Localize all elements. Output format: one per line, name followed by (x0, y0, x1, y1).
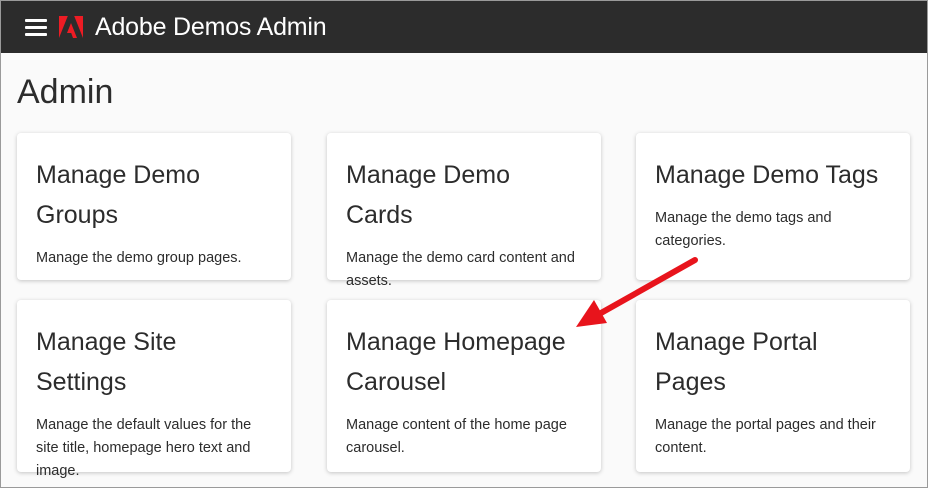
card-title[interactable]: Manage Portal Pages (655, 322, 892, 402)
card-title[interactable]: Manage Demo Groups (36, 155, 273, 235)
page-title: Admin (17, 73, 114, 111)
card-title[interactable]: Manage Demo Tags (655, 155, 892, 195)
card-description: Manage the default values for the site t… (36, 417, 252, 479)
card-manage-demo-tags[interactable]: Manage Demo Tags Manage the demo tags an… (636, 133, 910, 280)
card-manage-portal-pages[interactable]: Manage Portal Pages Manage the portal pa… (636, 300, 910, 472)
adobe-logo-icon (59, 16, 83, 38)
card-description: Manage the demo tags and categories. (655, 210, 832, 249)
card-manage-homepage-carousel[interactable]: Manage Homepage Carousel Manage content … (327, 300, 601, 472)
card-title[interactable]: Manage Homepage Carousel (346, 322, 583, 402)
card-description: Manage the demo card content and assets. (346, 250, 575, 289)
card-description: Manage the portal pages and their conten… (655, 417, 876, 456)
card-manage-demo-cards[interactable]: Manage Demo Cards Manage the demo card c… (327, 133, 601, 289)
hamburger-menu-icon[interactable] (25, 18, 47, 36)
card-description: Manage the demo group pages. (36, 250, 242, 266)
app-window: Adobe Demos Admin Admin Manage Demo Grou… (0, 0, 928, 488)
card-manage-site-settings[interactable]: Manage Site Settings Manage the default … (17, 300, 291, 479)
card-manage-demo-groups[interactable]: Manage Demo Groups Manage the demo group… (17, 133, 291, 280)
top-navigation-bar: Adobe Demos Admin (1, 1, 927, 53)
card-description: Manage content of the home page carousel… (346, 417, 567, 456)
card-title[interactable]: Manage Site Settings (36, 322, 273, 402)
card-title[interactable]: Manage Demo Cards (346, 155, 583, 235)
app-title[interactable]: Adobe Demos Admin (95, 13, 327, 42)
